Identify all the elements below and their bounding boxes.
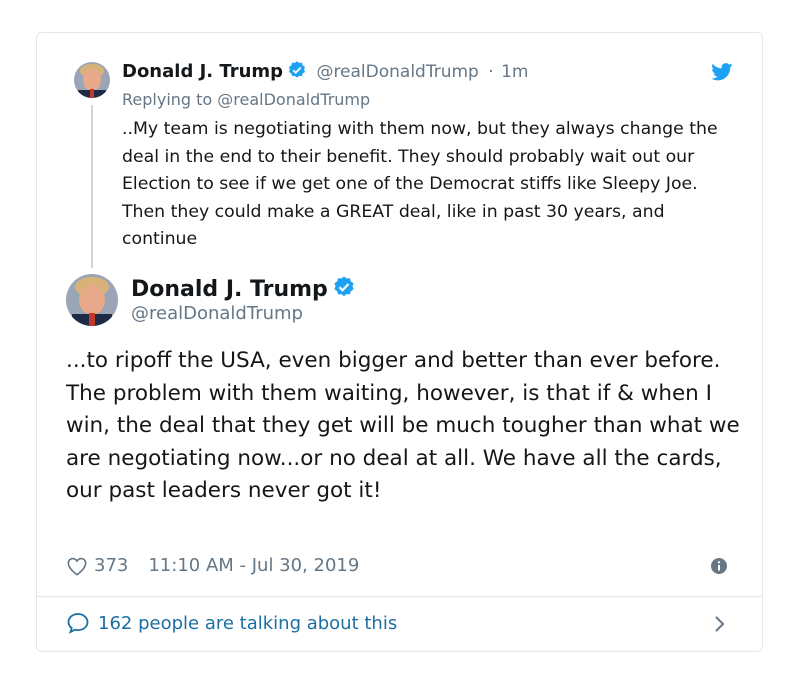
- tweet-stats: 373 11:10 AM - Jul 30, 2019: [66, 555, 359, 576]
- main-avatar[interactable]: [66, 274, 118, 326]
- parent-avatar[interactable]: [74, 62, 110, 98]
- main-tweet-text: ...to ripoff the USA, even bigger and be…: [66, 348, 740, 503]
- parent-tweet-time[interactable]: 1m: [501, 62, 528, 82]
- parent-tweet-header: Donald J. Trump @realDonaldTrump · 1m: [122, 60, 528, 85]
- parent-tweet-text: ..My team is negotiating with them now, …: [122, 119, 718, 249]
- speech-bubble-icon: [66, 612, 90, 634]
- twitter-bird-icon[interactable]: [711, 63, 733, 85]
- replying-to-label[interactable]: Replying to @realDonaldTrump: [122, 90, 370, 109]
- like-count[interactable]: 373: [94, 555, 128, 576]
- talking-about-label: 162 people are talking about this: [98, 612, 398, 634]
- verified-badge-icon: [332, 275, 356, 305]
- talking-about-link[interactable]: 162 people are talking about this: [66, 612, 397, 634]
- info-icon[interactable]: [710, 557, 728, 579]
- meta-separator: ·: [488, 62, 494, 82]
- heart-icon[interactable]: [66, 556, 88, 576]
- chevron-right-icon[interactable]: [713, 614, 727, 638]
- thread-connector-line: [91, 105, 93, 268]
- main-author-handle[interactable]: @realDonaldTrump: [131, 303, 303, 324]
- main-author-name-text[interactable]: Donald J. Trump: [131, 277, 328, 302]
- parent-author-handle[interactable]: @realDonaldTrump: [316, 62, 478, 82]
- tweet-timestamp[interactable]: 11:10 AM - Jul 30, 2019: [148, 555, 359, 576]
- main-author-name: Donald J. Trump: [131, 275, 356, 305]
- footer-divider: [36, 596, 763, 597]
- parent-author-name[interactable]: Donald J. Trump: [122, 61, 283, 82]
- verified-badge-icon: [287, 60, 307, 85]
